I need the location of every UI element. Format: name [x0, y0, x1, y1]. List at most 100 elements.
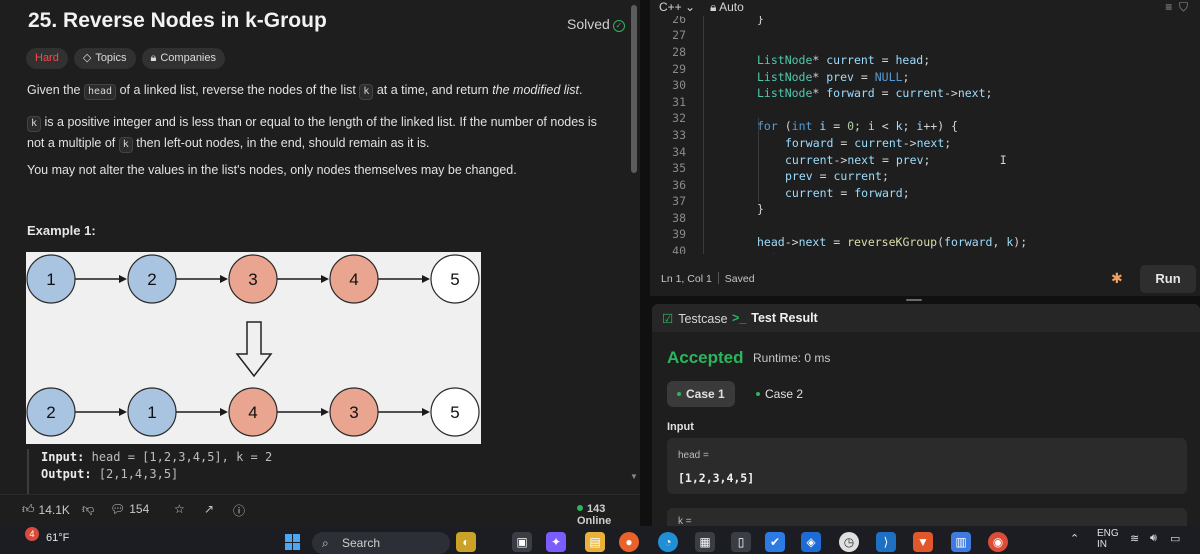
help-button[interactable]: ⓘ [233, 502, 245, 519]
diagram-top-row: 1 2 3 4 5 [26, 254, 480, 304]
taskbar-search[interactable]: ⌕ Search [312, 532, 450, 554]
region-label: IN [1097, 539, 1107, 550]
firefox-icon[interactable]: ● [619, 532, 639, 552]
like-button[interactable]: 👍︎ 14.1K [22, 502, 70, 517]
windows-start-icon[interactable] [285, 534, 301, 550]
edge-icon[interactable]: ◔ [658, 532, 678, 552]
format-icon[interactable]: ≡ [1165, 0, 1172, 14]
line-number: 32 [672, 111, 686, 125]
arrowhead-icon [119, 275, 127, 283]
scroll-down-icon[interactable]: ▼ [630, 472, 638, 481]
chrome-icon[interactable]: ◉ [988, 532, 1008, 552]
like-count: 14.1K [38, 502, 70, 517]
check-circle-icon: ✓ [612, 20, 625, 32]
bookmark-icon[interactable]: ⛉ [1179, 0, 1188, 14]
list-node-value: 5 [450, 403, 459, 422]
problem-title: 25. Reverse Nodes in k-Group [28, 9, 327, 32]
arrowhead-icon [422, 408, 430, 416]
share-icon: ↗ [204, 502, 215, 516]
list-node-value: 1 [46, 270, 55, 289]
tray-chevron-icon[interactable]: ⌃ [1070, 532, 1079, 545]
input-value: [1,2,3,4,5] [678, 471, 755, 485]
text-span: Given the [27, 83, 81, 97]
line-number: 26 [672, 16, 686, 26]
phone-link-icon[interactable]: ▯ [731, 532, 751, 552]
comments-button[interactable]: 💬︎ 154 [110, 502, 149, 516]
auto-save-toggle[interactable]: 🔒︎ Auto [710, 0, 744, 15]
code-editor[interactable]: C++ ⌄ 🔒︎ Auto ≡ ⛉ 26 27 28 29 30 31 32 33 34 35 36… [650, 0, 1200, 296]
example-io: Input: head = [1,2,3,4,5], k = 2 Output:… [27, 449, 617, 494]
list-node-value: 5 [450, 270, 459, 289]
code-line-33: forward = current->next; [785, 136, 952, 150]
line-number: 35 [672, 161, 686, 175]
scrollbar-thumb[interactable] [631, 5, 637, 173]
line-number: 31 [672, 95, 686, 109]
online-count: 143 Online [577, 503, 640, 526]
weather-temp[interactable]: 61°F [46, 532, 69, 544]
case-1-tab[interactable]: Case 1 [667, 381, 735, 407]
test-result-panel: ☑ Testcase >_ Test Result Accepted Runti… [652, 304, 1200, 526]
file-explorer-icon[interactable]: ▤ [585, 532, 605, 552]
chevron-down-icon: ⌄ [685, 0, 696, 14]
panel-resize-handle[interactable] [650, 296, 1200, 304]
language-indicator[interactable]: ENG IN [1097, 528, 1119, 550]
topics-button[interactable]: ◇ Topics [73, 48, 136, 69]
line-number: 34 [672, 145, 686, 159]
text-span: of a linked list, reverse the nodes of t… [119, 83, 356, 97]
editor-toolbar: C++ ⌄ 🔒︎ Auto ≡ ⛉ [650, 0, 1200, 16]
wifi-icon[interactable]: ≋ [1130, 532, 1139, 545]
battery-icon[interactable]: ▭ [1170, 532, 1180, 545]
language-select[interactable]: C++ ⌄ [659, 0, 695, 14]
code-line-28: ListNode* current = head; [757, 53, 931, 67]
resize-grip[interactable] [906, 299, 922, 301]
weather-icon[interactable]: 4 [25, 527, 39, 541]
dislike-button[interactable]: 👎︎ [82, 502, 94, 517]
inline-code-k: k [359, 84, 374, 100]
problem-footer: 👍︎ 14.1K 👎︎ 💬︎ 154 ☆ ↗ ⓘ 143 Online [0, 494, 640, 526]
description-scrollbar[interactable]: ▼ [629, 0, 639, 492]
tab-testcase[interactable]: ☑ Testcase [662, 311, 728, 327]
todo-icon[interactable]: ✔ [765, 532, 785, 552]
widgets-icon[interactable]: ◐ [456, 532, 476, 552]
code-area[interactable]: 26 27 28 29 30 31 32 33 34 35 36 37 38 39 40 } ListNod… [650, 16, 1200, 254]
input-head-box: head = [1,2,3,4,5] [667, 438, 1187, 494]
text-span: then left-out nodes, in the end, should … [136, 136, 430, 150]
favorite-button[interactable]: ☆ [174, 502, 185, 516]
run-button[interactable]: Run [1140, 265, 1196, 293]
indent-guide [703, 16, 704, 254]
cursor-position: Ln 1, Col 1 [661, 273, 712, 285]
debug-icon[interactable]: ✱ [1111, 270, 1123, 287]
task-view-icon[interactable]: ▣ [512, 532, 532, 552]
result-tab-label: Test Result [751, 311, 818, 325]
code-line-29: ListNode* prev = NULL; [757, 70, 910, 84]
brave-icon[interactable]: ▼ [913, 532, 933, 552]
tab-test-result[interactable]: >_ Test Result [732, 311, 818, 325]
description-paragraph-3: You may not alter the values in the list… [27, 163, 517, 177]
input-key: k = [678, 516, 692, 526]
share-button[interactable]: ↗ [204, 502, 214, 516]
vscode-icon[interactable]: ⟩ [876, 532, 896, 552]
line-number: 40 [672, 244, 686, 254]
tag-row: Hard ◇ Topics 🔒︎ Companies [26, 48, 225, 69]
code-line-26: } [757, 16, 764, 26]
runtime: Runtime: 0 ms [753, 351, 831, 365]
editor-status: Ln 1, Col 1 Saved [661, 272, 755, 285]
volume-icon[interactable]: 🔊︎ [1150, 532, 1157, 545]
difficulty-badge[interactable]: Hard [26, 48, 68, 69]
inline-code-k: k [118, 137, 133, 153]
diagram-bottom-row: 2 1 4 3 5 [26, 387, 480, 437]
code-line-39: head->next = reverseKGroup(forward, k); [757, 235, 1028, 249]
solved-label: Solved [567, 16, 610, 32]
windows-taskbar: 4 61°F ⌕ Search ◐ ▣ ✦ ▤ ● ◔ ▦ ▯ ✔ ◈ ◷ ⟩ … [0, 526, 1200, 554]
text-span: at a time, and return [376, 83, 489, 97]
star-icon: ☆ [174, 502, 185, 516]
clock-icon[interactable]: ◷ [839, 532, 859, 552]
dropbox-icon[interactable]: ◈ [801, 532, 821, 552]
case-2-tab[interactable]: Case 2 [746, 381, 813, 407]
input-label: Input: [41, 450, 85, 464]
down-arrow-icon [235, 321, 273, 378]
calendar-icon[interactable]: ▥ [951, 532, 971, 552]
store-icon[interactable]: ▦ [695, 532, 715, 552]
copilot-icon[interactable]: ✦ [546, 532, 566, 552]
companies-button[interactable]: 🔒︎ Companies [141, 48, 225, 69]
